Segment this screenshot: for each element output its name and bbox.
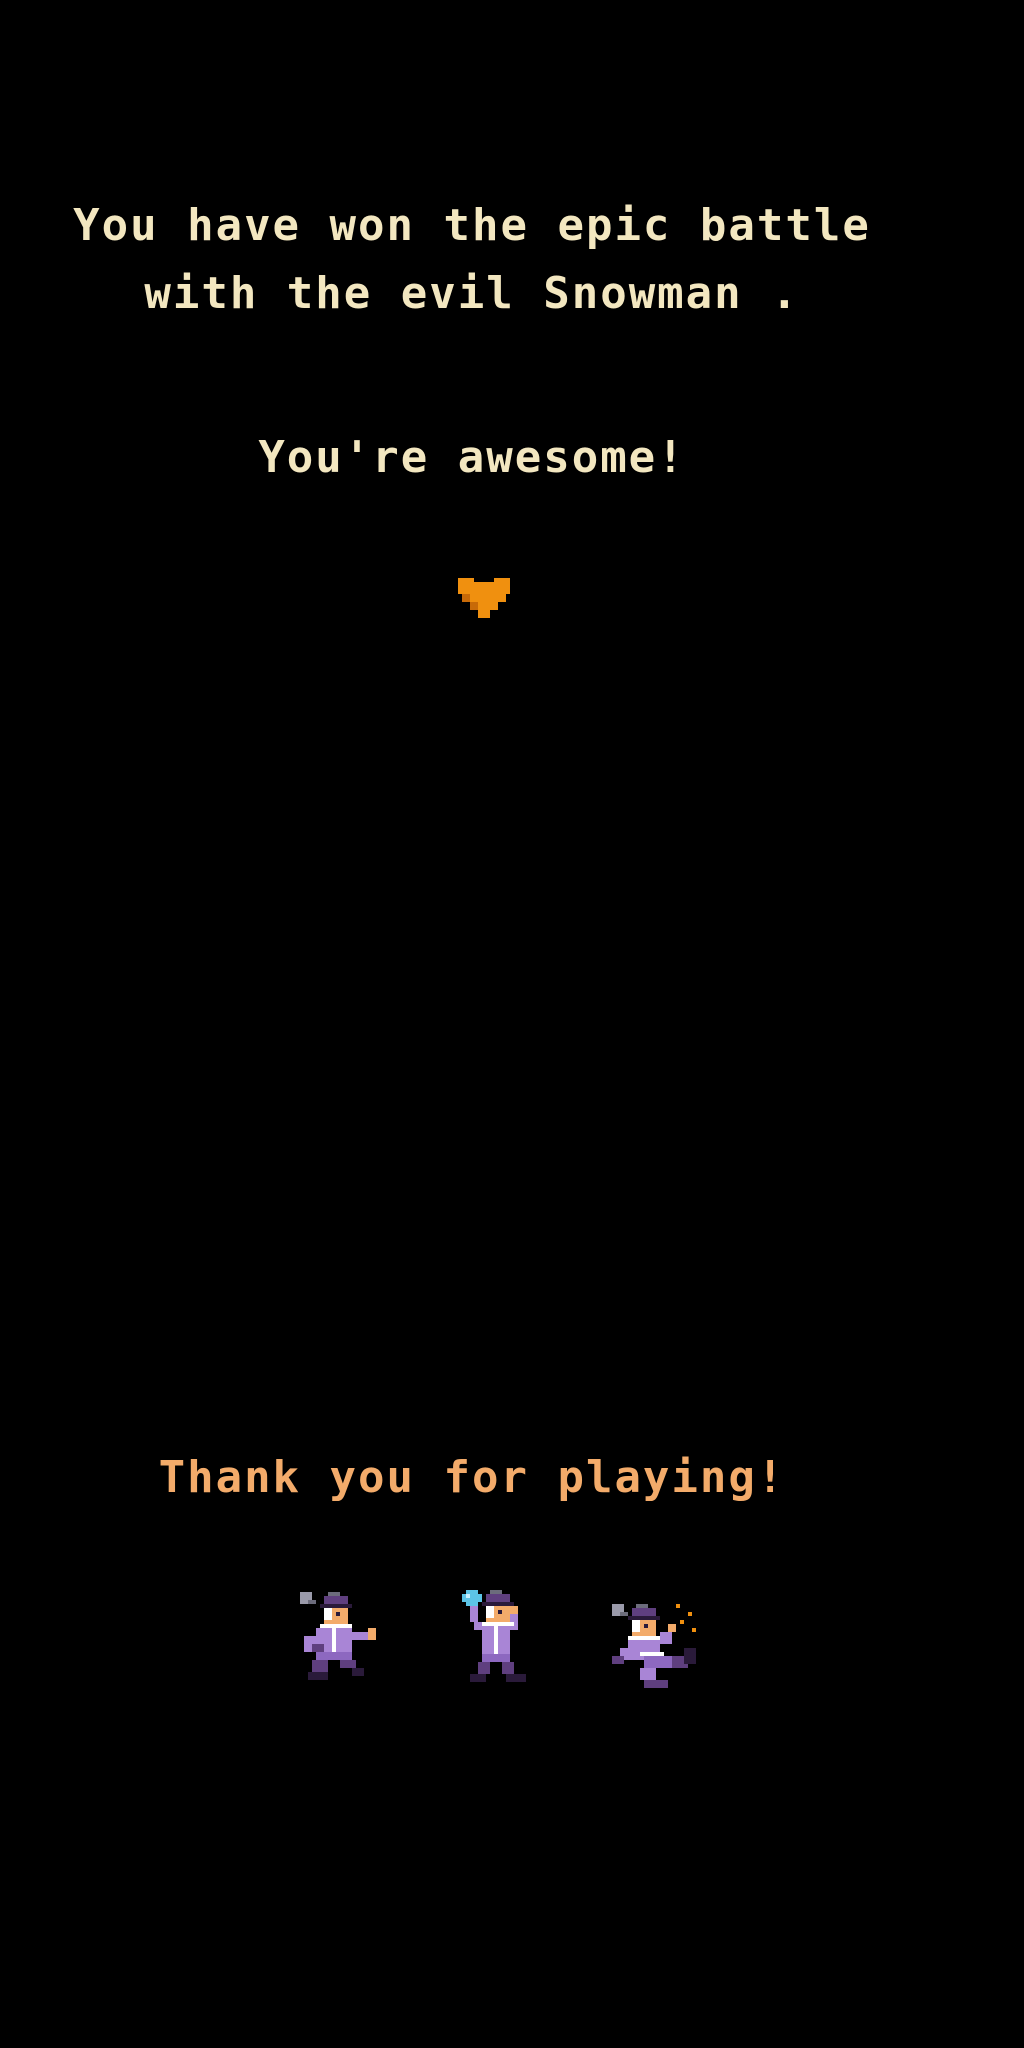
victory-screen: You have won the epic battle with the ev… — [0, 0, 1024, 2048]
cheering-character — [462, 1590, 526, 1682]
heart-icon — [458, 578, 510, 618]
victory-message-line-1: You have won the epic battle — [73, 200, 871, 251]
praise-message: You're awesome! — [258, 432, 686, 483]
runner-character — [300, 1592, 376, 1680]
victory-message-line-2: with the evil Snowman . — [144, 268, 800, 319]
thank-you-message: Thank you for playing! — [158, 1452, 786, 1503]
kicking-character — [612, 1604, 696, 1688]
